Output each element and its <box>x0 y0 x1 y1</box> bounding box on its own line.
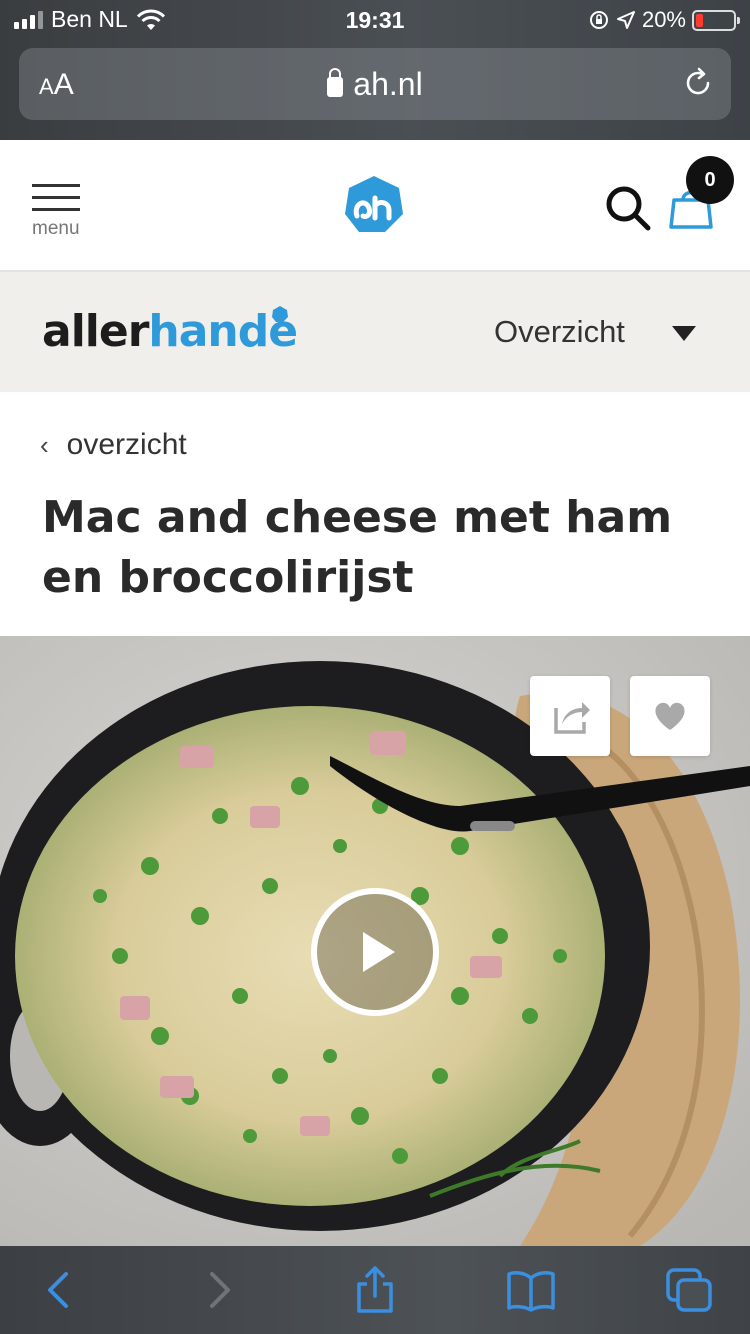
play-video-button[interactable] <box>311 888 439 1016</box>
browser-toolbar <box>0 1246 750 1334</box>
site-header: menu <box>0 140 750 272</box>
brand-part-1: aller <box>42 306 149 357</box>
play-icon <box>363 932 395 972</box>
search-icon[interactable] <box>604 184 652 232</box>
battery-percentage: 20% <box>641 7 686 32</box>
share-icon <box>554 702 590 734</box>
chevron-left-icon: ‹ <box>40 429 49 460</box>
menu-label: menu <box>32 218 80 239</box>
bookmarks-icon[interactable] <box>506 1266 556 1314</box>
address-bar[interactable]: AA ah.nl <box>19 48 731 120</box>
status-bar: Ben NL 19:31 20% <box>0 0 750 44</box>
back-icon[interactable] <box>34 1266 84 1314</box>
favorite-button[interactable] <box>630 676 710 756</box>
lock-icon <box>327 68 344 97</box>
recipe-hero-image[interactable] <box>0 636 750 1246</box>
share-button[interactable] <box>530 676 610 756</box>
ah-logo-icon[interactable] <box>343 174 405 236</box>
overzicht-dropdown[interactable]: Overzicht <box>494 314 625 350</box>
menu-button[interactable] <box>32 184 82 220</box>
recipe-title: Mac and cheese met ham en broccolirijst <box>42 492 673 603</box>
share-icon[interactable] <box>350 1266 400 1314</box>
allerhande-bar: allerhande Overzicht <box>0 272 750 392</box>
back-to-overview-link[interactable]: ‹ overzicht <box>40 428 187 462</box>
back-link-label: overzicht <box>66 428 187 461</box>
url-text: ah.nl <box>353 66 423 102</box>
url-display[interactable]: ah.nl <box>19 66 731 103</box>
allerhande-logo[interactable]: allerhande <box>42 306 298 357</box>
tabs-icon[interactable] <box>664 1266 714 1314</box>
cart-count-badge[interactable]: 0 <box>686 156 734 204</box>
chevron-down-icon[interactable] <box>672 326 696 341</box>
location-icon <box>616 11 635 29</box>
heart-icon <box>655 702 685 730</box>
ah-mini-logo-icon <box>272 306 288 322</box>
forward-icon[interactable] <box>194 1266 244 1314</box>
battery-icon <box>692 9 740 31</box>
browser-chrome: Ben NL 19:31 20% AA ah.nl <box>0 0 750 140</box>
reload-icon[interactable] <box>681 66 715 100</box>
orientation-lock-icon <box>589 11 608 29</box>
